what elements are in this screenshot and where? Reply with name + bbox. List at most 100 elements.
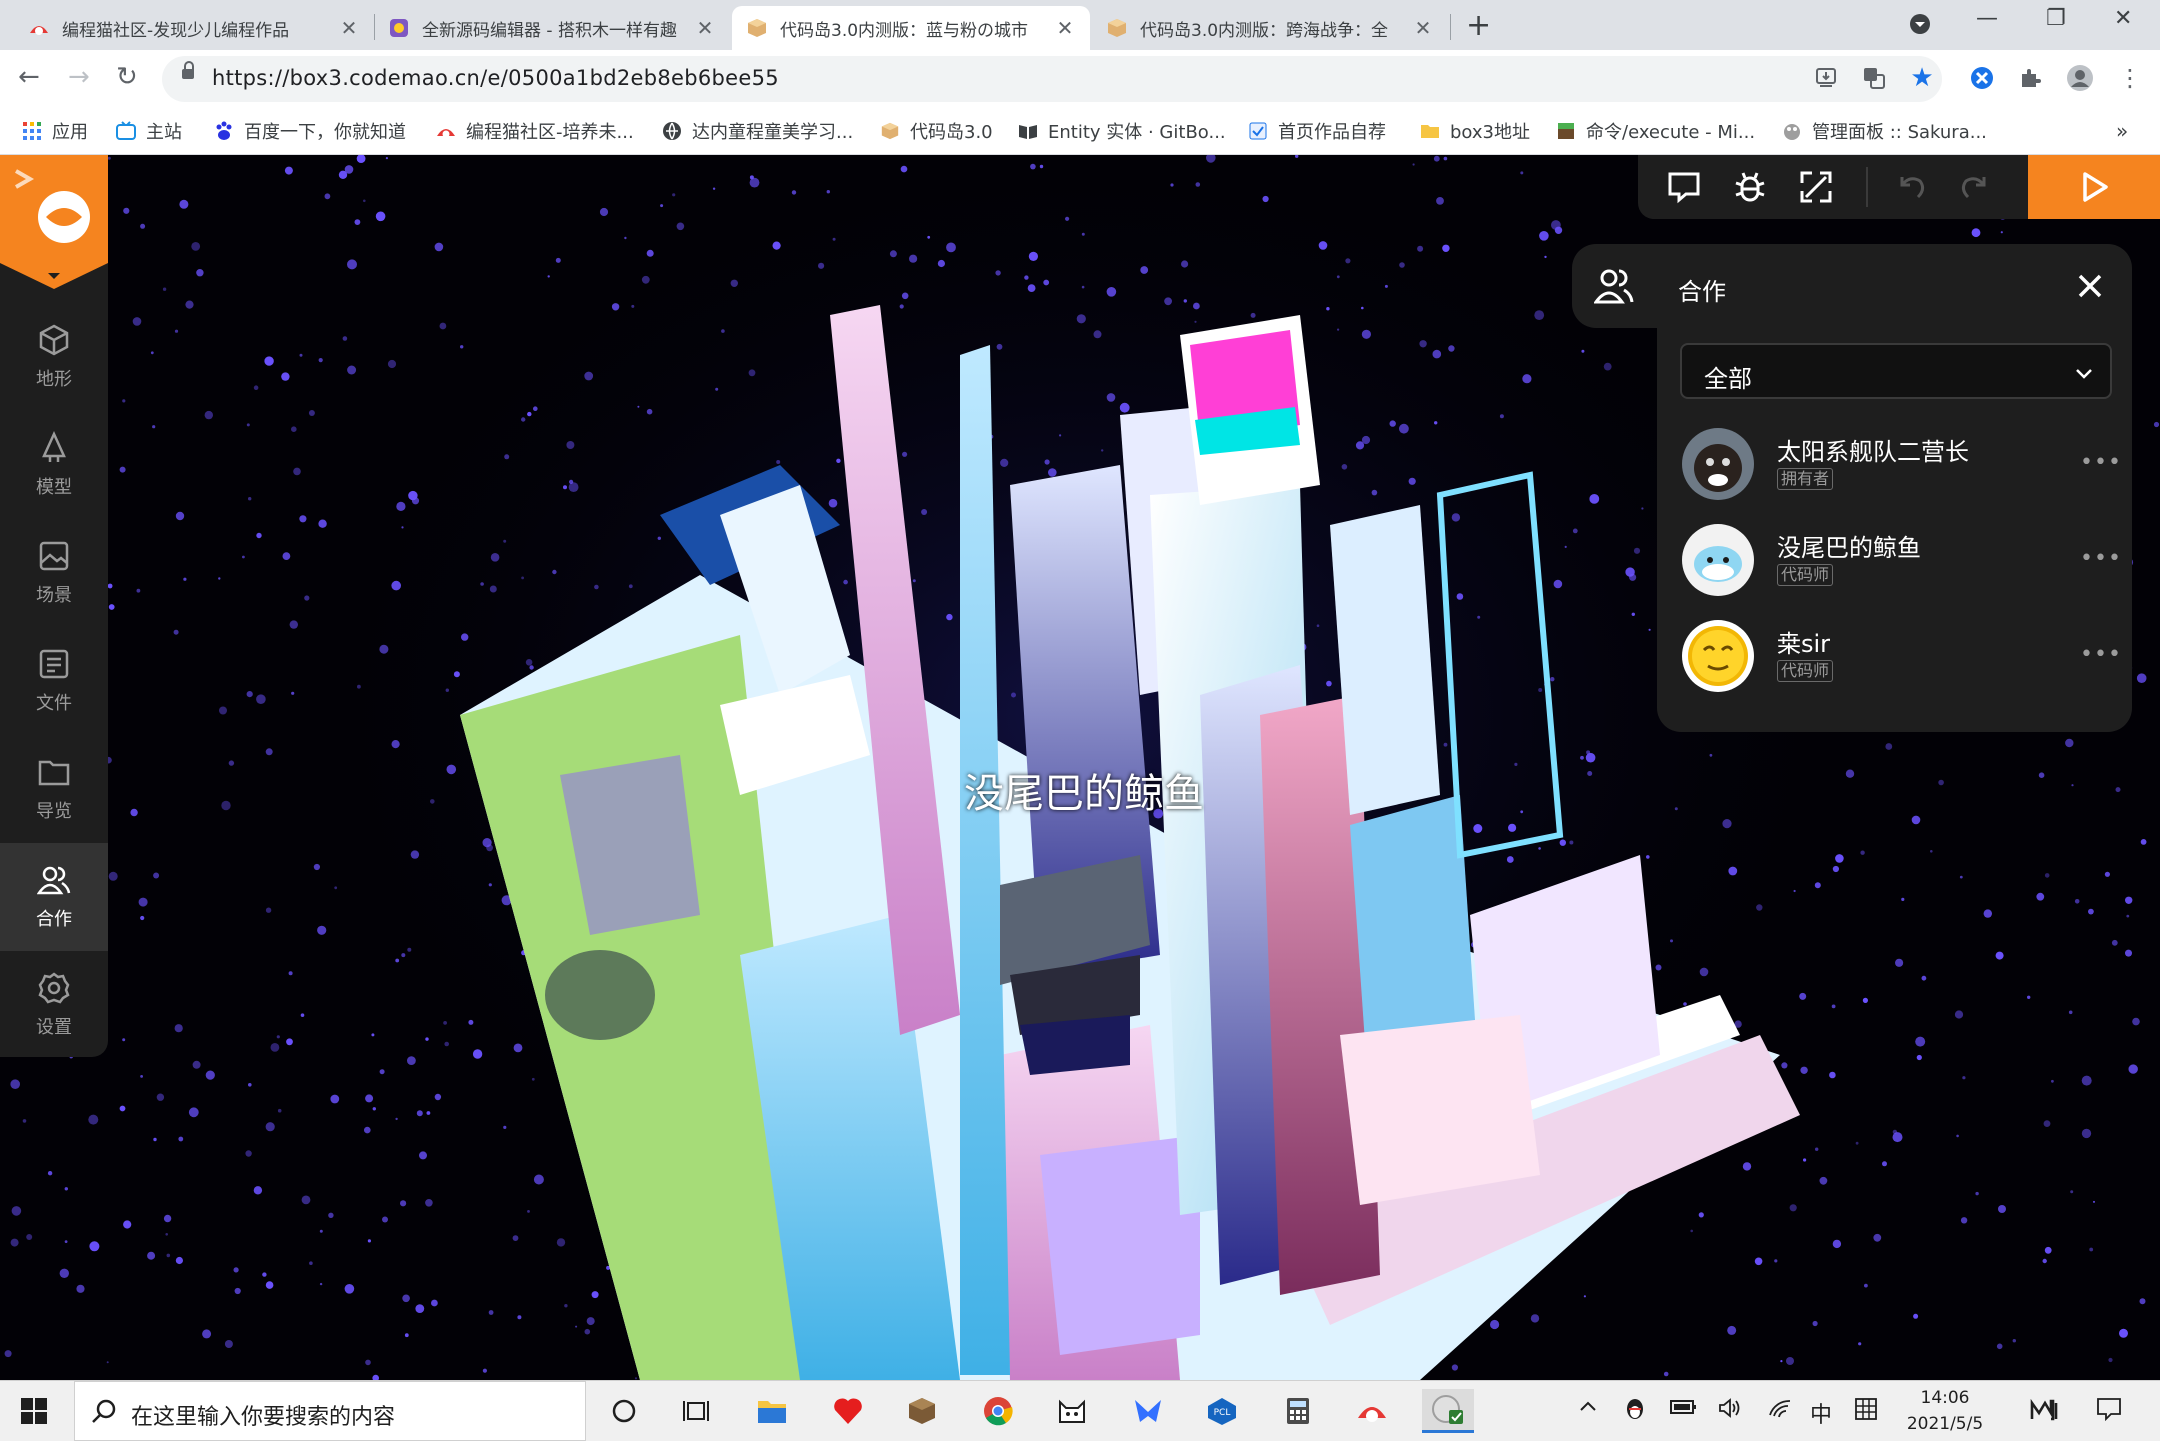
play-icon [2083, 172, 2108, 202]
editor-sidebar: 地形 模型 场景 文件 导览 合作 设置 [0, 155, 108, 1057]
sidebar-item-model[interactable]: 模型 [0, 411, 108, 519]
reload-icon[interactable]: ↻ [116, 62, 138, 92]
bookmark-apps[interactable]: 应用 [22, 114, 88, 148]
restore-window-icon[interactable]: ❐ [2046, 6, 2066, 31]
bookmark-tarena[interactable]: 达内童程童美学习... [662, 114, 853, 148]
collab-panel: 合作 全部 太阳系舰队二营长 拥有者 ••• 没尾巴的鲸鱼 代码师 ••• 桒s… [1572, 244, 2132, 732]
pcl-launcher-icon[interactable]: PCL [1196, 1389, 1248, 1433]
task-view-icon[interactable] [670, 1389, 722, 1433]
tab-box3-war[interactable]: 代码岛3.0内测版：跨海战争：全 ✕ [1092, 6, 1448, 50]
tab-kitten-editor[interactable]: 全新源码编辑器 - 搭积木一样有趣 ✕ [374, 6, 730, 50]
ime-indicator[interactable]: 中 [1810, 1397, 1832, 1429]
close-tab-icon[interactable]: ✕ [694, 16, 716, 40]
member-name: 桒sir [1777, 630, 1831, 658]
close-tab-icon[interactable]: ✕ [338, 16, 360, 40]
bookmark-homepage-recommend[interactable]: 首页作品自荐 [1248, 114, 1386, 148]
system-clock[interactable]: 14:06 2021/5/5 [1890, 1385, 2000, 1437]
volume-icon[interactable] [1718, 1397, 1742, 1425]
battery-icon[interactable] [1670, 1397, 1698, 1423]
bookmark-baidu[interactable]: 百度一下，你就知道 [214, 114, 406, 148]
sidebar-item-collab[interactable]: 合作 [0, 843, 108, 951]
close-tab-icon[interactable]: ✕ [1054, 16, 1076, 40]
tab-codemao-community[interactable]: 编程猫社区-发现少儿编程作品 ✕ [14, 6, 374, 50]
redo-button[interactable] [1956, 169, 1992, 205]
undo-button[interactable] [1894, 169, 1930, 205]
minimize-window-icon[interactable]: — [1976, 6, 1998, 31]
more-options-icon[interactable]: ••• [2080, 452, 2122, 474]
bookmark-sakura-panel[interactable]: 管理面板 :: Sakura... [1782, 114, 1987, 148]
member-filter-select[interactable]: 全部 [1680, 343, 2112, 399]
forward-arrow-icon[interactable]: → [68, 62, 90, 92]
sidebar-item-files[interactable]: 文件 [0, 627, 108, 735]
close-panel-button[interactable] [2074, 270, 2106, 302]
bookmark-codemao-community[interactable]: 编程猫社区-培养未... [436, 114, 634, 148]
cortana-icon[interactable] [598, 1389, 650, 1433]
codemao-app-icon[interactable] [1346, 1389, 1398, 1433]
wifi-icon[interactable] [1768, 1397, 1792, 1425]
collab-panel-title: 合作 [1678, 278, 1726, 306]
bookmark-label: box3地址 [1450, 122, 1530, 143]
sidebar-item-label: 合作 [36, 909, 72, 930]
cat-app-icon[interactable] [1046, 1389, 1098, 1433]
feishu-bird-icon[interactable] [1122, 1389, 1174, 1433]
sidebar-item-navigation[interactable]: 导览 [0, 735, 108, 843]
member-row[interactable]: 没尾巴的鲸鱼 代码师 ••• [1682, 524, 2121, 600]
address-bar[interactable]: https://box3.codemao.cn/e/0500a1bd2eb8eb… [162, 56, 1942, 102]
gear-icon [38, 972, 70, 1004]
heart-app-icon[interactable] [822, 1389, 874, 1433]
tab-box3-city[interactable]: 代码岛3.0内测版：蓝与粉の城市 ✕ [732, 6, 1090, 50]
bookmark-entity-gitbook[interactable]: Entity 实体 · GitBo... [1018, 114, 1226, 148]
member-row[interactable]: 太阳系舰队二营长 拥有者 ••• [1682, 428, 2121, 504]
codemao-cat-icon [28, 17, 50, 39]
box3-cube-icon [880, 121, 900, 141]
bookmark-box3-address[interactable]: box3地址 [1420, 114, 1530, 148]
browser-menu-icon[interactable]: ⋮ [2116, 64, 2144, 92]
more-options-icon[interactable]: ••• [2080, 644, 2122, 666]
ime-layout-icon[interactable] [1854, 1397, 1878, 1427]
sidebar-item-scene[interactable]: 场景 [0, 519, 108, 627]
debug-button[interactable] [1732, 169, 1768, 205]
back-arrow-icon[interactable]: ← [18, 62, 40, 92]
browser-tab-strip: 编程猫社区-发现少儿编程作品 ✕ 全新源码编辑器 - 搭积木一样有趣 ✕ 代码岛… [0, 0, 2160, 50]
bookmark-main-site[interactable]: 主站 [116, 114, 182, 148]
chat-button[interactable] [1666, 169, 1702, 205]
member-row[interactable]: 桒sir 代码师 ••• [1682, 620, 2121, 696]
bookmark-box3[interactable]: 代码岛3.0 [880, 114, 993, 148]
box3-app-icon[interactable] [1422, 1389, 1474, 1433]
translate-icon[interactable] [1860, 64, 1888, 92]
extension-blue-icon[interactable] [1968, 64, 1996, 92]
sidebar-item-terrain[interactable]: 地形 [0, 303, 108, 411]
bookmark-minecraft-execute[interactable]: 命令/execute - Mi... [1556, 114, 1755, 148]
sidebar-item-label: 模型 [36, 477, 72, 498]
calculator-icon[interactable] [1272, 1389, 1324, 1433]
file-explorer-icon[interactable] [746, 1389, 798, 1433]
browser-toolbar: ← → ↻ https://box3.codemao.cn/e/0500a1bd… [0, 50, 2160, 108]
more-options-icon[interactable]: ••• [2080, 548, 2122, 570]
start-button[interactable] [20, 1397, 48, 1429]
taskbar-search-box[interactable]: 在这里输入你要搜索的内容 [74, 1381, 586, 1441]
url-text[interactable]: https://box3.codemao.cn/e/0500a1bd2eb8eb… [212, 66, 779, 90]
sidebar-item-settings[interactable]: 设置 [0, 951, 108, 1059]
chrome-icon[interactable] [972, 1389, 1024, 1433]
profile-avatar-icon[interactable] [2066, 64, 2094, 92]
book-icon [1018, 121, 1038, 141]
meet-now-icon[interactable] [2030, 1397, 2060, 1427]
close-tab-icon[interactable]: ✕ [1412, 16, 1434, 40]
apps-grid-icon [22, 121, 42, 141]
minecraft-icon[interactable] [896, 1389, 948, 1433]
notifications-icon[interactable] [2096, 1397, 2122, 1427]
run-button[interactable] [2028, 155, 2160, 219]
close-window-icon[interactable]: ✕ [2114, 6, 2132, 31]
show-hidden-icons-chevron[interactable] [1578, 1397, 1598, 1423]
bookmark-star-icon[interactable]: ★ [1908, 63, 1936, 93]
search-placeholder: 在这里输入你要搜索的内容 [131, 1405, 396, 1430]
box3-logo-button[interactable] [0, 155, 108, 263]
extensions-puzzle-icon[interactable] [2016, 64, 2044, 92]
more-bookmarks-chevron[interactable]: » [2116, 114, 2128, 148]
fullscreen-button[interactable] [1798, 169, 1834, 205]
qq-penguin-icon[interactable] [1624, 1397, 1646, 1427]
install-app-icon[interactable] [1812, 64, 1840, 92]
tab-search-icon[interactable] [1908, 12, 1932, 42]
new-tab-button[interactable]: + [1466, 8, 1491, 43]
model-icon [42, 431, 66, 462]
